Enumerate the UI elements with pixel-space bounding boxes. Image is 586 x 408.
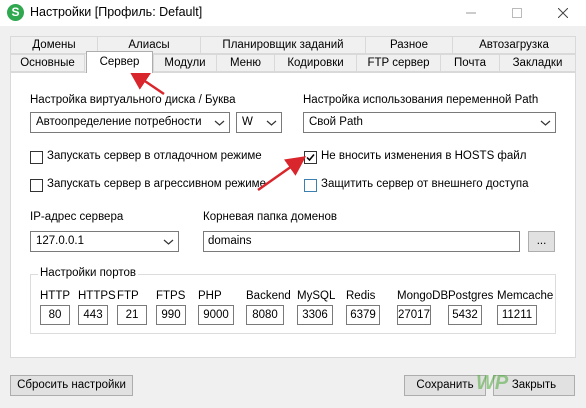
annotation-arrow-tab	[128, 70, 165, 96]
tab-server[interactable]: Сервер	[86, 51, 153, 73]
annotation-arrow-hosts	[257, 156, 307, 192]
